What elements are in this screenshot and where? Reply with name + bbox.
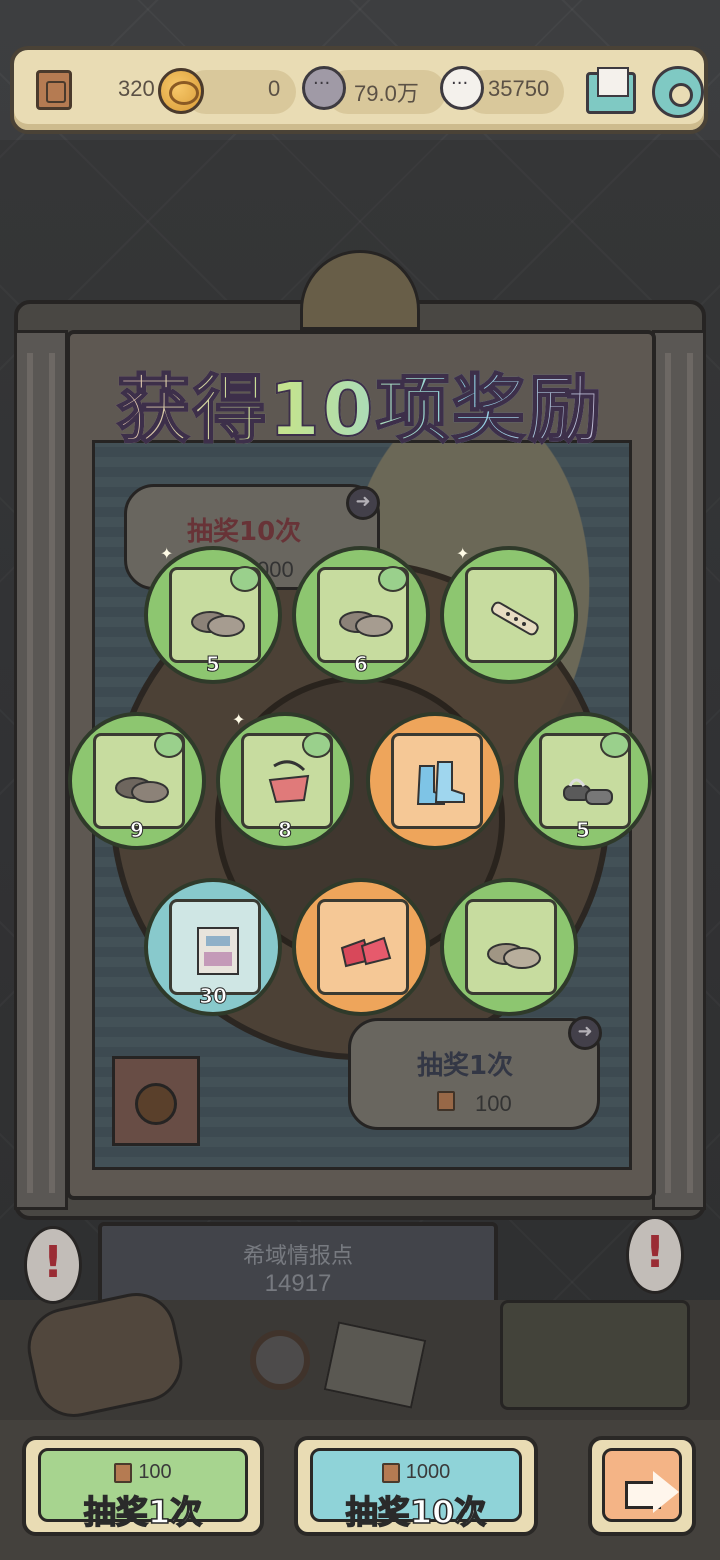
reward-title: 获得10项奖励: [0, 350, 720, 457]
reward-item[interactable]: 5: [514, 712, 652, 850]
draw-10-button[interactable]: 1000 抽奖10次: [294, 1436, 538, 1536]
stone-clogs-icon: [191, 611, 245, 637]
draw-1-cost-row: 100: [41, 1461, 245, 1484]
resource-bar: 320 0 79.0万 35750: [10, 46, 708, 134]
draw10-panel-label: 抽奖10次: [187, 517, 302, 547]
splash-icon: [600, 732, 630, 758]
reward-count: 30: [199, 984, 228, 1009]
flute-icon: [491, 601, 539, 636]
draw1-panel: 抽奖1次 100: [348, 1018, 600, 1130]
map-scroll-icon: [197, 927, 239, 975]
reward-count: 6: [354, 652, 369, 677]
splash-icon: [378, 566, 408, 592]
ticket-icon: [381, 1462, 400, 1483]
reward-count: 9: [130, 818, 145, 843]
reward-count: 5: [576, 818, 591, 843]
stone-clogs-icon: [115, 777, 169, 803]
draw1-info-arrow-icon[interactable]: ➜: [568, 1016, 602, 1050]
magnifier-icon: [250, 1330, 310, 1390]
draw-1-button[interactable]: 100 抽奖1次: [22, 1436, 264, 1536]
stamp-deco: [112, 1056, 200, 1146]
reward-card: [169, 566, 261, 663]
blue-boots-icon: [416, 761, 465, 805]
dark-bubble-count: 79.0万: [354, 81, 419, 106]
reward-count: 8: [278, 818, 293, 843]
gear-icon[interactable]: [652, 66, 704, 118]
info-point-label: 希域情报点: [242, 1244, 353, 1269]
reward-card: [241, 732, 333, 829]
next-button[interactable]: [588, 1436, 696, 1536]
draw-10-cost-row: 1000: [313, 1461, 519, 1484]
reward-item[interactable]: [366, 712, 504, 850]
reward-card: [539, 732, 631, 829]
alert-left-icon[interactable]: [24, 1226, 82, 1304]
draw-10-button-face: 1000 抽奖10次: [310, 1448, 522, 1532]
reward-item[interactable]: 6: [292, 546, 430, 684]
plant-box-deco: [500, 1300, 690, 1410]
right-pillar: [652, 330, 706, 1210]
orb-icon: [135, 1083, 177, 1125]
ticket-icon: [437, 1091, 455, 1111]
red-bag-icon: [268, 760, 310, 804]
stone-clogs-icon: [487, 943, 541, 969]
reward-card: [317, 566, 409, 663]
reward-card: [317, 899, 409, 995]
reward-card: [93, 732, 185, 829]
draw10-info-arrow-icon[interactable]: ➜: [346, 486, 380, 520]
light-bubble-icon: [440, 66, 484, 110]
reward-item[interactable]: ✦: [440, 544, 578, 684]
reward-card: [465, 567, 557, 663]
next-button-face: [602, 1448, 682, 1522]
splash-icon: [230, 566, 260, 592]
draw1-panel-cost: 100: [475, 1091, 512, 1116]
sparkle-icon: ✦: [160, 544, 174, 563]
draw-1-button-face: 100 抽奖1次: [38, 1448, 248, 1532]
reward-card: [465, 899, 557, 995]
platform-sandals-icon: [563, 778, 613, 805]
reward-item[interactable]: ✦ 5: [144, 544, 282, 684]
ticket-icon: [36, 70, 72, 110]
mail-icon[interactable]: [586, 67, 636, 114]
draw-1-label: 抽奖1次: [83, 1492, 203, 1532]
left-pillar: [14, 330, 68, 1210]
sparkle-icon: ✦: [232, 710, 246, 729]
splash-icon: [154, 732, 184, 758]
dark-bubble-icon: [302, 66, 346, 110]
light-bubble-count: 35750: [488, 76, 550, 101]
draw-10-label: 抽奖10次: [345, 1492, 487, 1532]
sparkle-icon: ✦: [456, 544, 470, 563]
coin-icon: [158, 68, 204, 114]
reward-item[interactable]: [292, 878, 430, 1016]
reward-card: [391, 733, 483, 829]
draw-10-cost: 1000: [405, 1461, 451, 1483]
ticket-count: 320: [118, 76, 155, 101]
alert-right-icon[interactable]: [626, 1216, 684, 1294]
splash-icon: [302, 732, 332, 758]
reward-item[interactable]: 30: [144, 878, 282, 1016]
draw1-panel-label: 抽奖1次: [417, 1051, 514, 1081]
info-point-value: 14917: [264, 1270, 332, 1297]
reward-item[interactable]: [440, 878, 578, 1016]
reward-count: 5: [206, 652, 221, 677]
red-heels-icon: [340, 936, 392, 968]
coin-count: 0: [268, 76, 281, 101]
reward-item[interactable]: ✦ 8: [216, 710, 354, 850]
reward-item[interactable]: 9: [68, 712, 206, 850]
stone-clogs-icon: [339, 611, 393, 637]
ticket-icon: [114, 1462, 133, 1483]
reward-card: [169, 899, 261, 995]
draw-1-cost: 100: [138, 1461, 172, 1483]
